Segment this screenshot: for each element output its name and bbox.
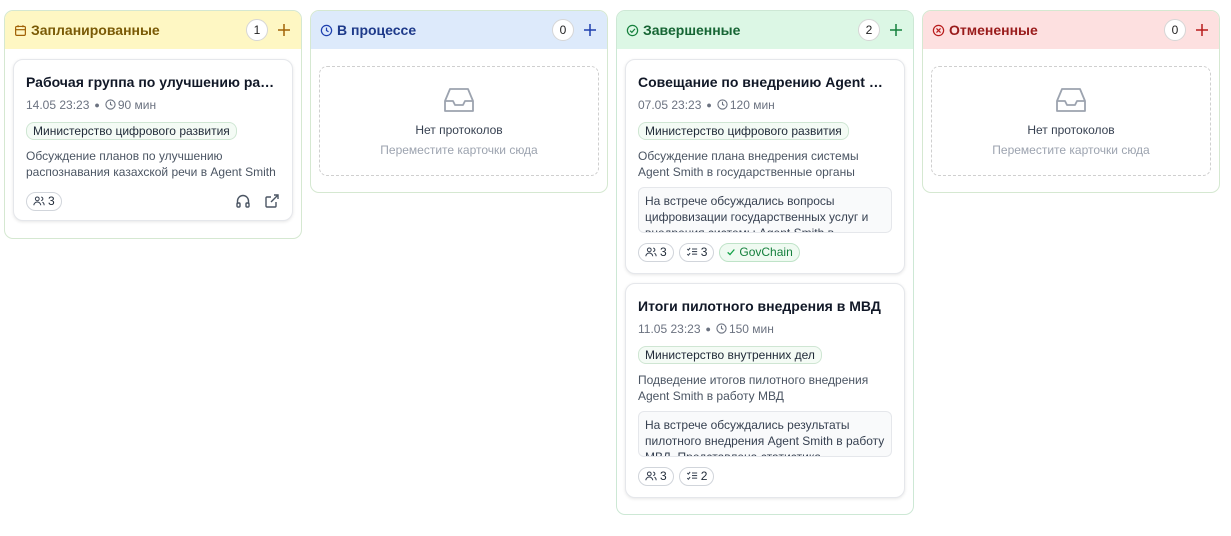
card-duration: 150 мин xyxy=(728,321,774,336)
card-date: 11.05 23:23 xyxy=(638,321,701,336)
empty-title: Нет протоколов xyxy=(1027,123,1115,137)
check-circle-icon xyxy=(626,24,639,36)
column-count-badge: 2 xyxy=(858,19,880,41)
headphones-icon[interactable] xyxy=(235,193,251,209)
column-done-header: Завершенные 2 xyxy=(617,11,913,49)
card-description: Обсуждение плана внедрения системы Agent… xyxy=(638,149,859,179)
empty-title: Нет протоколов xyxy=(415,123,503,137)
card-duration: 120 мин xyxy=(729,97,775,112)
participants-count: 3 xyxy=(660,245,667,259)
separator-dot: ● xyxy=(705,323,711,334)
card-title: Рабочая группа по улучшению распознавани… xyxy=(26,74,280,90)
card-meta: 14.05 23:23 ● 90 мин xyxy=(26,97,280,112)
task-list-icon xyxy=(686,247,697,257)
tasks-chip: 2 xyxy=(678,466,715,486)
participants-count: 3 xyxy=(48,194,55,208)
meeting-card[interactable]: Рабочая группа по улучшению распознавани… xyxy=(13,59,293,221)
column-planned-header: Запланированные 1 xyxy=(5,11,301,49)
card-footer: 3 3 GovChain xyxy=(638,242,892,262)
tasks-count: 2 xyxy=(700,469,708,483)
column-done: Завершенные 2 Совещание по внедрению Age… xyxy=(616,10,914,515)
meeting-card[interactable]: Итоги пилотного внедрения в МВД 11.05 23… xyxy=(625,283,905,498)
column-in-progress-header: В процессе 0 xyxy=(311,11,607,49)
column-count-badge: 1 xyxy=(246,19,268,41)
column-count-badge: 0 xyxy=(1164,19,1186,41)
card-description: Обсуждение планов по улучшению распознав… xyxy=(26,149,276,179)
separator-dot: ● xyxy=(706,99,712,110)
card-title: Итоги пилотного внедрения в МВД xyxy=(638,298,881,314)
card-meta: 07.05 23:23 ● 120 мин xyxy=(638,97,892,112)
column-title: Отмененные xyxy=(949,22,1038,38)
users-icon xyxy=(645,471,657,481)
column-count-badge: 0 xyxy=(552,19,574,41)
card-meta: 11.05 23:23 ● 150 мин xyxy=(638,321,892,336)
tasks-count: 3 xyxy=(700,245,708,259)
inbox-icon xyxy=(1056,88,1086,112)
check-icon xyxy=(727,249,736,256)
add-card-icon[interactable] xyxy=(1195,23,1209,37)
badge-label: GovChain xyxy=(739,245,793,259)
card-date: 07.05 23:23 xyxy=(638,97,702,112)
users-icon xyxy=(33,196,45,206)
meeting-card[interactable]: Совещание по внедрению Agent Smith 07.05… xyxy=(625,59,905,274)
card-summary: На встрече обсуждались результаты пилотн… xyxy=(638,411,892,457)
card-title: Совещание по внедрению Agent Smith xyxy=(638,74,892,90)
ministry-tag: Министерство цифрового развития xyxy=(638,122,849,140)
empty-hint: Переместите карточки сюда xyxy=(380,143,538,157)
empty-hint: Переместите карточки сюда xyxy=(992,143,1150,157)
external-link-icon[interactable] xyxy=(264,193,280,209)
column-cancelled: Отмененные 0 Нет протоколов Переместите … xyxy=(922,10,1220,193)
participants-chip: 3 xyxy=(638,242,674,262)
clock-icon xyxy=(716,323,727,334)
column-cancelled-header: Отмененные 0 xyxy=(923,11,1219,49)
add-card-icon[interactable] xyxy=(583,23,597,37)
inbox-icon xyxy=(444,88,474,112)
clock-icon xyxy=(320,24,333,36)
empty-drop-zone[interactable]: Нет протоколов Переместите карточки сюда xyxy=(931,66,1211,176)
add-card-icon[interactable] xyxy=(277,23,291,37)
task-list-icon xyxy=(686,471,697,481)
ministry-tag: Министерство внутренних дел xyxy=(638,346,822,364)
participants-chip: 3 xyxy=(638,466,674,486)
govchain-badge: GovChain xyxy=(719,242,800,262)
clock-icon xyxy=(105,99,116,110)
card-footer: 3 xyxy=(26,191,280,211)
ministry-tag: Министерство цифрового развития xyxy=(26,122,237,140)
add-card-icon[interactable] xyxy=(889,23,903,37)
card-footer: 3 2 xyxy=(638,466,892,486)
column-title: Завершенные xyxy=(643,22,741,38)
x-circle-icon xyxy=(932,24,945,36)
column-planned: Запланированные 1 Рабочая группа по улуч… xyxy=(4,10,302,239)
separator-dot: ● xyxy=(94,99,100,110)
card-summary: На встрече обсуждались вопросы цифровиза… xyxy=(638,187,892,233)
calendar-icon xyxy=(15,24,26,36)
tasks-chip: 3 xyxy=(678,242,715,262)
column-title: В процессе xyxy=(337,22,417,38)
clock-icon xyxy=(717,99,728,110)
card-date: 14.05 23:23 xyxy=(26,97,90,112)
column-in-progress: В процессе 0 Нет протоколов Переместите … xyxy=(310,10,608,193)
card-description: Подведение итогов пилотного внедрения Ag… xyxy=(638,373,869,403)
participants-chip: 3 xyxy=(26,191,62,211)
users-icon xyxy=(645,247,657,257)
column-title: Запланированные xyxy=(31,22,160,38)
participants-count: 3 xyxy=(660,469,667,483)
empty-drop-zone[interactable]: Нет протоколов Переместите карточки сюда xyxy=(319,66,599,176)
card-duration: 90 мин xyxy=(117,97,157,112)
